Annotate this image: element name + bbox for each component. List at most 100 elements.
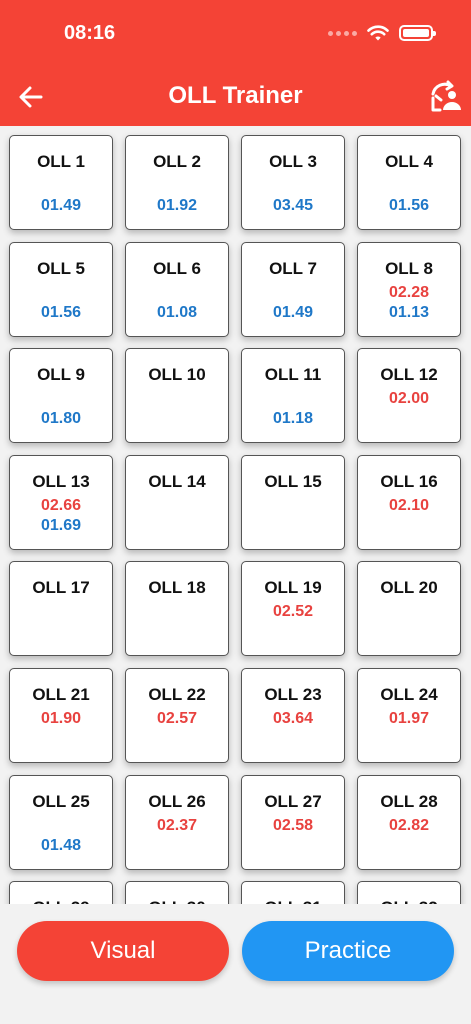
case-times: 01.80 bbox=[41, 409, 81, 429]
case-time-red: 02.00 bbox=[388, 390, 430, 408]
case-times: 01.97 bbox=[389, 709, 429, 729]
case-times: 01.56 bbox=[389, 196, 429, 216]
case-time-blue: 03.45 bbox=[272, 197, 314, 214]
app-bar: 08:16 OLL Trainer bbox=[0, 0, 471, 126]
oll-case-tile[interactable]: OLL 31 bbox=[241, 881, 345, 904]
bottom-bar: Visual Practice bbox=[0, 904, 471, 1024]
oll-case-tile[interactable]: OLL 21 01.90 bbox=[9, 667, 113, 763]
case-name: OLL 19 bbox=[264, 578, 322, 598]
case-name: OLL 18 bbox=[148, 578, 206, 598]
case-times: 01.56 bbox=[41, 303, 81, 323]
case-time-red: 02.28 bbox=[388, 283, 430, 301]
switch-camera-icon[interactable] bbox=[429, 80, 463, 114]
case-time-blue: 01.92 bbox=[156, 197, 198, 214]
case-name: OLL 24 bbox=[380, 684, 438, 704]
case-name: OLL 16 bbox=[380, 471, 438, 491]
case-time-blue: 01.56 bbox=[388, 197, 430, 214]
case-name: OLL 8 bbox=[385, 258, 433, 278]
case-times: 01.90 bbox=[41, 709, 81, 729]
status-icons bbox=[328, 24, 436, 42]
oll-case-tile[interactable]: OLL 7 01.49 bbox=[241, 241, 345, 337]
oll-case-tile[interactable]: OLL 4 01.56 bbox=[357, 135, 461, 230]
battery-icon bbox=[399, 25, 436, 41]
case-name: OLL 17 bbox=[32, 578, 90, 598]
case-times: 02.10 bbox=[389, 496, 429, 516]
oll-case-tile[interactable]: OLL 30 bbox=[125, 881, 229, 904]
case-times: 02.37 bbox=[157, 816, 197, 836]
oll-case-tile[interactable]: OLL 24 01.97 bbox=[357, 667, 461, 763]
case-name: OLL 27 bbox=[264, 791, 322, 811]
oll-case-tile[interactable]: OLL 11 01.18 bbox=[241, 348, 345, 444]
case-time-blue: 01.48 bbox=[40, 836, 82, 854]
case-time-blue: 01.69 bbox=[40, 516, 82, 534]
case-time-blue: 01.13 bbox=[388, 303, 430, 321]
oll-case-tile[interactable]: OLL 8 02.28 01.13 bbox=[357, 241, 461, 337]
case-time-blue: 01.18 bbox=[272, 410, 314, 428]
oll-case-tile[interactable]: OLL 9 01.80 bbox=[9, 348, 113, 444]
case-name: OLL 3 bbox=[269, 152, 317, 171]
case-times: 02.58 bbox=[273, 816, 313, 836]
case-time-red: 03.64 bbox=[272, 709, 314, 727]
status-time: 08:16 bbox=[64, 22, 116, 44]
practice-button[interactable]: Practice bbox=[242, 921, 454, 981]
oll-case-tile[interactable]: OLL 13 02.66 01.69 bbox=[9, 454, 113, 550]
oll-case-tile[interactable]: OLL 29 bbox=[9, 881, 113, 904]
case-time-red: 01.97 bbox=[388, 709, 430, 727]
case-name: OLL 20 bbox=[380, 578, 438, 598]
oll-case-tile[interactable]: OLL 23 03.64 bbox=[241, 667, 345, 763]
oll-case-tile[interactable]: OLL 3 03.45 bbox=[241, 135, 345, 230]
oll-case-tile[interactable]: OLL 32 bbox=[357, 881, 461, 904]
case-times: 01.49 bbox=[273, 303, 313, 323]
case-name: OLL 7 bbox=[269, 258, 317, 278]
case-times: 01.18 bbox=[273, 409, 313, 429]
signal-icon bbox=[328, 30, 357, 36]
case-name: OLL 21 bbox=[32, 684, 90, 704]
case-name: OLL 1 bbox=[37, 152, 85, 171]
case-times: 01.48 bbox=[41, 836, 81, 856]
case-times: 03.64 bbox=[273, 709, 313, 729]
case-name: OLL 9 bbox=[37, 365, 85, 385]
oll-case-tile[interactable]: OLL 6 01.08 bbox=[125, 241, 229, 337]
oll-case-tile[interactable]: OLL 12 02.00 bbox=[357, 348, 461, 444]
oll-case-tile[interactable]: OLL 1 01.49 bbox=[9, 135, 113, 230]
case-time-blue: 01.80 bbox=[40, 410, 82, 428]
oll-case-tile[interactable]: OLL 5 01.56 bbox=[9, 241, 113, 337]
case-time-red: 02.57 bbox=[156, 709, 198, 727]
oll-case-tile[interactable]: OLL 22 02.57 bbox=[125, 667, 229, 763]
case-times: 02.57 bbox=[157, 709, 197, 729]
case-time-blue: 01.56 bbox=[40, 303, 82, 321]
case-name: OLL 11 bbox=[264, 365, 322, 385]
case-name: OLL 28 bbox=[380, 791, 438, 811]
case-name: OLL 12 bbox=[380, 365, 438, 385]
case-times: 01.08 bbox=[157, 303, 197, 323]
oll-case-tile[interactable]: OLL 19 02.52 bbox=[241, 561, 345, 657]
case-name: OLL 13 bbox=[32, 471, 90, 491]
case-time-red: 02.10 bbox=[388, 496, 430, 514]
case-grid-scroll[interactable]: OLL 1 01.49 OLL 2 01.92 OLL 3 03.45 OLL 4 01.56… bbox=[0, 126, 471, 904]
oll-case-tile[interactable]: OLL 17 bbox=[9, 561, 113, 657]
case-name: OLL 14 bbox=[148, 471, 206, 491]
oll-case-tile[interactable]: OLL 25 01.48 bbox=[9, 774, 113, 870]
oll-case-tile[interactable]: OLL 14 bbox=[125, 454, 229, 550]
case-times: 02.52 bbox=[273, 602, 313, 622]
oll-case-tile[interactable]: OLL 2 01.92 bbox=[125, 135, 229, 230]
oll-case-tile[interactable]: OLL 10 bbox=[125, 348, 229, 444]
oll-case-tile[interactable]: OLL 20 bbox=[357, 561, 461, 657]
oll-case-tile[interactable]: OLL 15 bbox=[241, 454, 345, 550]
case-time-blue: 01.49 bbox=[272, 303, 314, 321]
case-time-blue: 01.08 bbox=[156, 303, 198, 321]
case-times: 02.00 bbox=[389, 389, 429, 409]
oll-case-tile[interactable]: OLL 18 bbox=[125, 561, 229, 657]
case-name: OLL 22 bbox=[148, 684, 206, 704]
case-name: OLL 15 bbox=[264, 471, 322, 491]
case-times: 03.45 bbox=[273, 196, 313, 216]
case-grid: OLL 1 01.49 OLL 2 01.92 OLL 3 03.45 OLL 4 01.56… bbox=[9, 135, 461, 904]
oll-case-tile[interactable]: OLL 27 02.58 bbox=[241, 774, 345, 870]
case-name: OLL 4 bbox=[385, 152, 433, 171]
case-time-red: 02.37 bbox=[156, 816, 198, 834]
visual-button[interactable]: Visual bbox=[17, 921, 229, 981]
oll-case-tile[interactable]: OLL 16 02.10 bbox=[357, 454, 461, 550]
case-name: OLL 10 bbox=[148, 365, 206, 385]
oll-case-tile[interactable]: OLL 26 02.37 bbox=[125, 774, 229, 870]
oll-case-tile[interactable]: OLL 28 02.82 bbox=[357, 774, 461, 870]
